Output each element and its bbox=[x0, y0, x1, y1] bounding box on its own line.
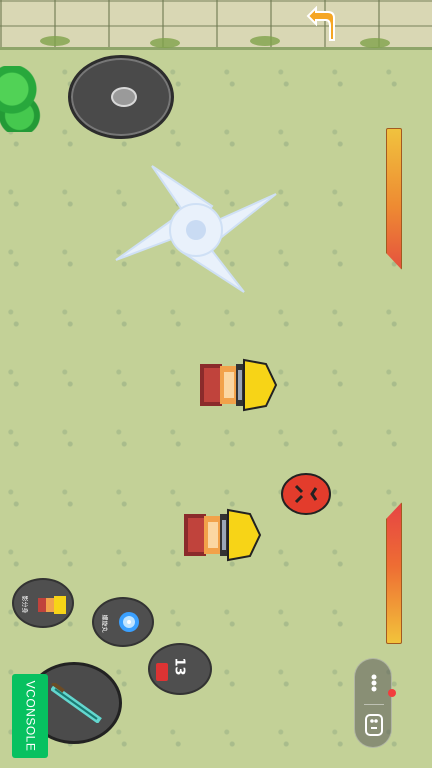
rasengan-skill-button[interactable]: 螺旋丸 bbox=[92, 597, 154, 647]
stone-wall bbox=[0, 0, 432, 50]
health-bar-bottom bbox=[386, 502, 402, 644]
sword-icon bbox=[51, 683, 102, 723]
bush bbox=[0, 66, 42, 132]
back-arrow-icon[interactable] bbox=[300, 6, 336, 46]
moss-patch bbox=[40, 36, 70, 46]
ninja-enemy-sprite bbox=[184, 508, 262, 562]
health-bar-top bbox=[386, 128, 402, 270]
capsule-divider bbox=[364, 704, 384, 705]
miniapp-capsule bbox=[354, 658, 392, 748]
game-controller-icon[interactable] bbox=[363, 711, 385, 739]
rasengan-icon bbox=[119, 612, 139, 632]
moss-patch bbox=[150, 38, 180, 48]
shuriken-icon bbox=[115, 165, 277, 293]
angry-face-icon bbox=[281, 473, 331, 515]
move-joystick[interactable] bbox=[68, 55, 174, 139]
vconsole-button[interactable]: VCONSOLE bbox=[12, 674, 48, 758]
more-dots-icon[interactable] bbox=[366, 673, 382, 693]
moss-patch bbox=[250, 36, 280, 46]
ninja-player-sprite bbox=[200, 358, 278, 412]
notification-dot bbox=[388, 689, 396, 697]
shadow-clone-skill-button[interactable]: 影分身 bbox=[12, 578, 74, 628]
shadow-clone-icon bbox=[38, 596, 66, 614]
moss-patch bbox=[360, 38, 390, 48]
cooldown-skill-button[interactable]: 13 bbox=[148, 643, 212, 695]
cooldown-tag bbox=[156, 663, 168, 681]
vconsole-label: VCONSOLE bbox=[23, 680, 37, 752]
rasengan-label: 螺旋丸 bbox=[100, 614, 108, 633]
joystick-knob[interactable] bbox=[111, 87, 137, 107]
shadow-clone-label: 影分身 bbox=[20, 595, 28, 614]
cooldown-value: 13 bbox=[171, 657, 187, 676]
